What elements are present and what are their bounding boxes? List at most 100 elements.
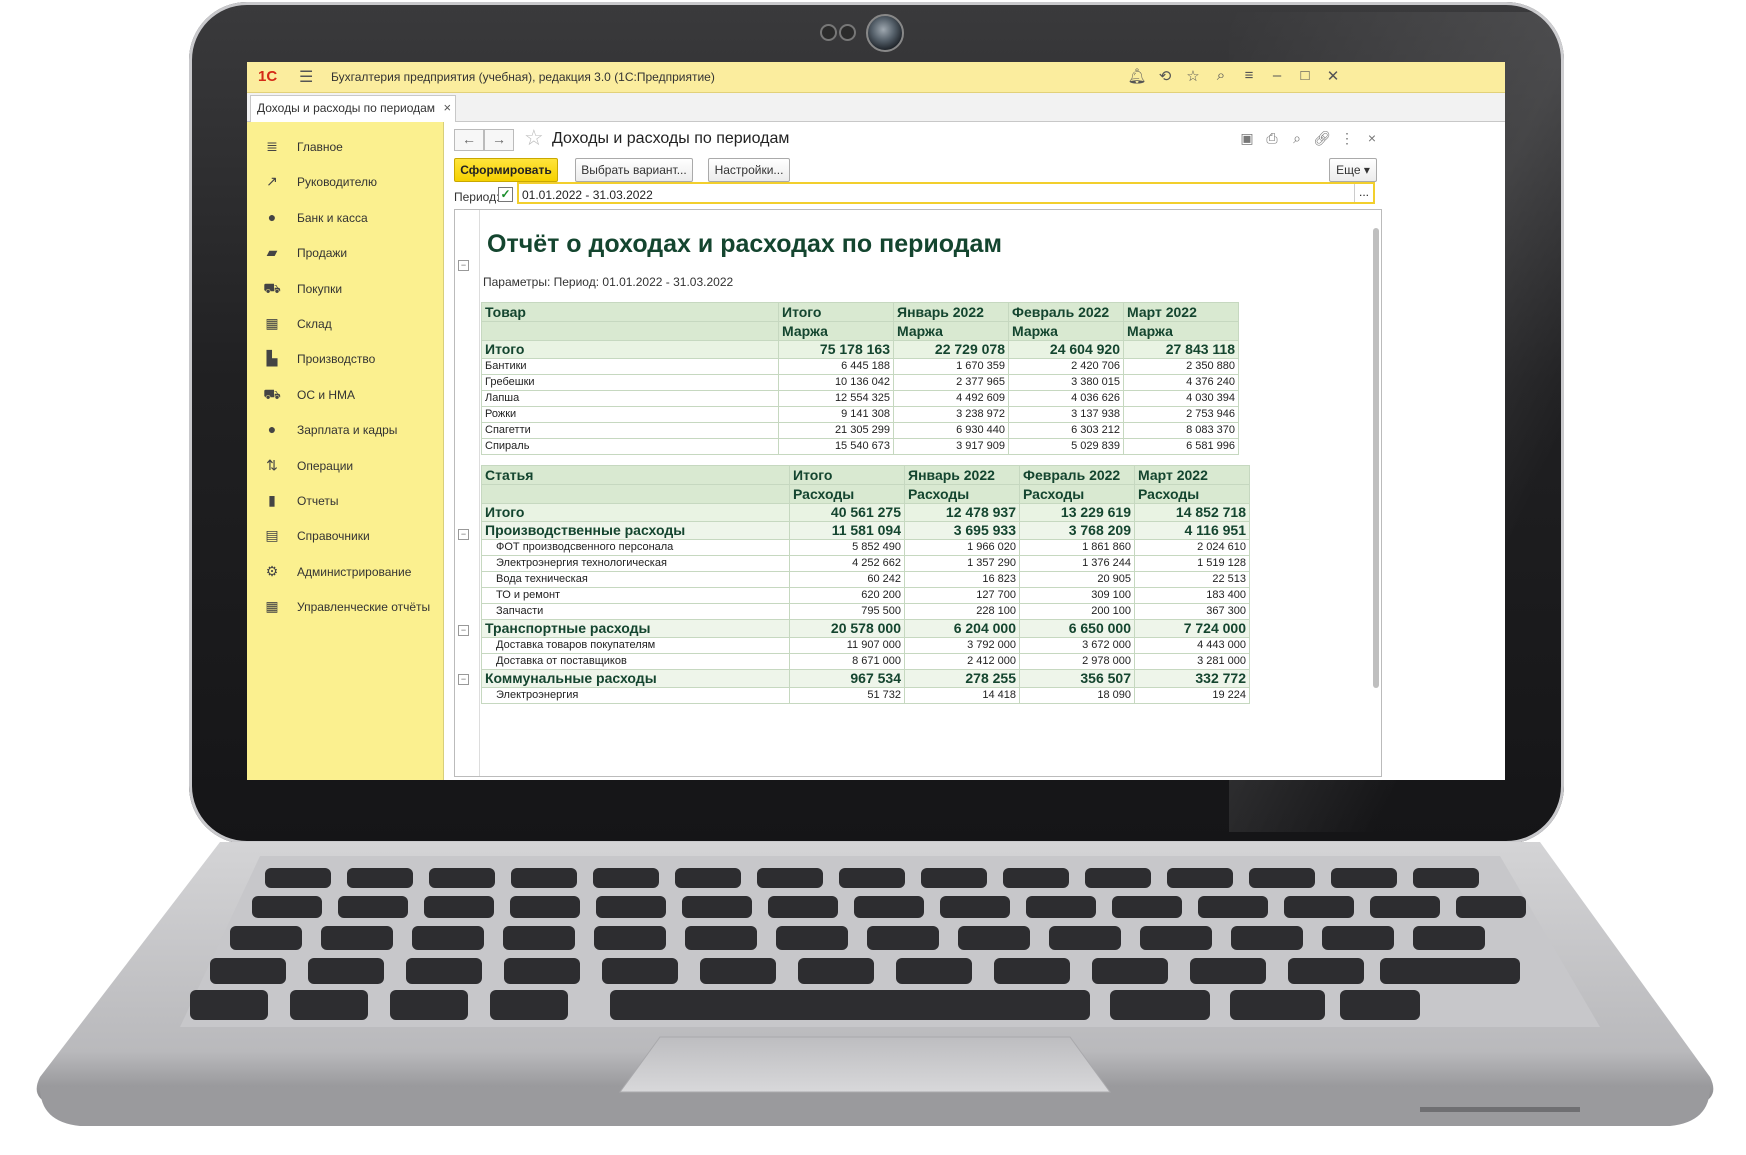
keyboard-key (390, 990, 468, 1020)
keyboard-deck (36, 842, 1714, 1126)
keyboard-key (958, 926, 1030, 950)
sidebar-item[interactable]: ● Банк и касса (247, 203, 443, 233)
keyboard-key (1167, 868, 1233, 888)
forward-arrow-icon[interactable]: → (484, 129, 514, 151)
collapse-icon[interactable]: − (458, 260, 469, 271)
close-icon[interactable]: ✕ (1323, 67, 1343, 85)
keyboard-key (210, 958, 286, 984)
keyboard-key (1340, 990, 1420, 1020)
cell-value: 6 650 000 (1019, 619, 1135, 638)
cell-value: Январь 2022 (904, 465, 1020, 485)
sidebar-item-label: Банк и касса (297, 210, 368, 225)
main-menu-icon[interactable]: ☰ (299, 67, 313, 87)
cell-value: 4 252 662 (789, 555, 905, 572)
sidebar-item[interactable]: ⛟ ОС и НМА (247, 380, 443, 410)
settings-button[interactable]: Настройки... (708, 158, 790, 182)
cell-value: 3 281 000 (1134, 653, 1250, 670)
print-icon[interactable]: ⎙ (1262, 130, 1282, 147)
cell-value: 12 478 937 (904, 503, 1020, 522)
keyboard-key (682, 896, 752, 918)
tab-label: Доходы и расходы по периодам (257, 101, 436, 115)
row-label: Бантики (481, 358, 779, 375)
table-header: Расходы Расходы Расходы Расходы (481, 484, 1250, 504)
bell-icon[interactable]: 🔔︎ (1127, 67, 1147, 85)
report-area[interactable]: Отчёт о доходах и расходах по периодам П… (454, 209, 1382, 777)
keyboard-key (1413, 868, 1479, 888)
sidebar-item[interactable]: ▮ Отчеты (247, 486, 443, 516)
search-icon[interactable]: ⌕ (1211, 67, 1231, 84)
sidebar-item[interactable]: ● Зарплата и кадры (247, 415, 443, 445)
more-button[interactable]: Еще ▾ (1329, 158, 1377, 182)
period-checkbox[interactable]: ✓ (498, 187, 513, 202)
trend-icon: ↗ (266, 173, 278, 190)
keyboard-key (290, 990, 368, 1020)
keyboard-key (839, 868, 905, 888)
webcam-icon (866, 14, 904, 52)
table-header: Статья Итого Январь 2022 Февраль 2022 Март 2… (481, 465, 1250, 485)
cell-value: 2 350 880 (1123, 358, 1239, 375)
app-window: 1С ☰ Бухгалтерия предприятия (учебная), … (247, 62, 1505, 780)
sidebar-item[interactable]: ↗ Руководителю (247, 167, 443, 197)
row-label: Гребешки (481, 374, 779, 391)
cell-value: 15 540 673 (778, 438, 894, 455)
close-form-icon[interactable]: × (1362, 130, 1382, 146)
sidebar-item[interactable]: ▰ Продажи (247, 238, 443, 268)
sidebar-item[interactable]: ▦ Управленческие отчёты (247, 592, 443, 622)
sidebar-item[interactable]: ⇅ Операции (247, 451, 443, 481)
sidebar-item[interactable]: ▙ Производство (247, 344, 443, 374)
1c-logo[interactable]: 1С (258, 68, 277, 85)
app-title: Бухгалтерия предприятия (учебная), редак… (331, 70, 715, 84)
period-input[interactable]: 01.01.2022 - 31.03.2022 ... (517, 182, 1375, 204)
sidebar-item[interactable]: ▦ Склад (247, 309, 443, 339)
table-header: Маржа Маржа Маржа Маржа (481, 321, 1239, 341)
sidebar-item[interactable]: ⚙ Администрирование (247, 557, 443, 587)
preview-icon[interactable]: ⌕ (1287, 130, 1307, 147)
cell-value: 795 500 (789, 603, 905, 620)
keyboard-key (994, 958, 1070, 984)
favorites-star-icon[interactable]: ☆ (1183, 67, 1203, 85)
keyboard-key (1231, 926, 1303, 950)
bookmark-star-icon[interactable]: ☆ (524, 125, 544, 151)
save-icon[interactable]: ▣ (1237, 130, 1257, 147)
cell-value: 10 136 042 (778, 374, 894, 391)
tab-close-icon[interactable]: × (443, 96, 451, 120)
cell-value: Февраль 2022 (1008, 302, 1124, 322)
sidebar-item[interactable]: ⛟ Покупки (247, 274, 443, 304)
sidebar-item-label: Отчеты (297, 494, 339, 508)
cell-value: 3 672 000 (1019, 637, 1135, 654)
filter-icon[interactable]: ≡ (1239, 67, 1259, 84)
cell-value: 4 030 394 (1123, 390, 1239, 407)
table-row: Гребешки 10 136 042 2 377 965 3 380 015 4 37… (481, 374, 1239, 391)
row-label: Рожки (481, 406, 779, 423)
cell-value: 228 100 (904, 603, 1020, 620)
collapse-group-icon[interactable]: − (458, 674, 469, 685)
cell-value: 14 852 718 (1134, 503, 1250, 522)
cell-value: 2 024 610 (1134, 539, 1250, 556)
more-vertical-icon[interactable]: ⋮ (1337, 130, 1357, 147)
grouping-gutter (455, 210, 480, 776)
sidebar-item-label: Продажи (297, 246, 348, 261)
sidebar-item[interactable]: ▤ Справочники (247, 521, 443, 551)
cell-value: 11 907 000 (789, 637, 905, 654)
link-icon[interactable]: 🔗︎ (1312, 130, 1332, 147)
camera-sensor-icon (839, 24, 856, 41)
sidebar-item[interactable]: ≣ Главное (247, 132, 443, 162)
row-label: Электроэнергия (481, 687, 790, 704)
select-variant-button[interactable]: Выбрать вариант... (575, 158, 693, 182)
cell-value: 5 852 490 (789, 539, 905, 556)
collapse-group-icon[interactable]: − (458, 529, 469, 540)
cell-value: 2 412 000 (904, 653, 1020, 670)
cell-value: 1 861 860 (1019, 539, 1135, 556)
generate-button[interactable]: Сформировать (454, 158, 558, 182)
collapse-group-icon[interactable]: − (458, 625, 469, 636)
cell-value: Расходы (1019, 484, 1135, 504)
period-select-button[interactable]: ... (1354, 184, 1373, 202)
tab-income-expenses[interactable]: Доходы и расходы по периодам × (250, 95, 457, 122)
back-arrow-icon[interactable]: ← (454, 129, 484, 151)
vertical-scrollbar[interactable] (1373, 228, 1379, 688)
row-label: Спагетти (481, 422, 779, 439)
minimize-icon[interactable]: – (1267, 67, 1287, 84)
maximize-icon[interactable]: □ (1295, 67, 1315, 84)
history-icon[interactable]: ⟲ (1155, 67, 1175, 85)
keyboard-key (504, 958, 580, 984)
